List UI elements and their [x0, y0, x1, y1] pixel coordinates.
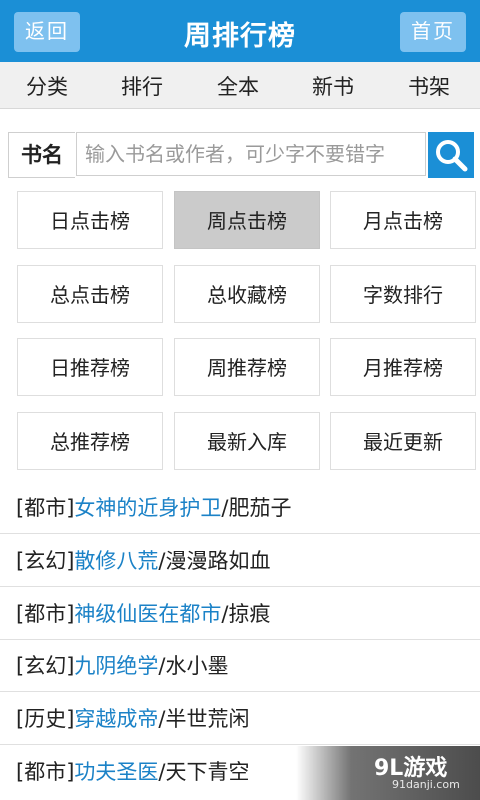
book-genre: [玄幻] [16, 654, 75, 678]
book-author[interactable]: 水小墨 [165, 654, 228, 678]
nav-item-category[interactable]: 分类 [26, 71, 68, 101]
rank-daily-clicks[interactable]: 日点击榜 [17, 191, 163, 249]
nav-item-ranking[interactable]: 排行 [121, 71, 163, 101]
home-button[interactable]: 首页 [400, 12, 466, 52]
book-title-link[interactable]: 九阴绝学 [74, 654, 158, 678]
rank-recently-updated[interactable]: 最近更新 [330, 412, 476, 470]
watermark-url: 91danji.com [392, 778, 460, 791]
list-item: [历史]穿越成帝/半世荒闲 [0, 693, 480, 745]
book-author[interactable]: 天下青空 [165, 760, 249, 784]
list-item: [都市]女神的近身护卫/肥茄子 [0, 482, 480, 534]
rank-weekly-recommend[interactable]: 周推荐榜 [174, 338, 320, 396]
book-genre: [都市] [16, 496, 75, 520]
nav-item-bookshelf[interactable]: 书架 [408, 71, 450, 101]
nav-item-complete[interactable]: 全本 [217, 71, 259, 101]
book-author[interactable]: 掠痕 [228, 602, 270, 626]
search-icon [436, 140, 468, 172]
rank-total-clicks[interactable]: 总点击榜 [17, 265, 163, 323]
book-genre: [玄幻] [16, 549, 75, 573]
rank-monthly-clicks[interactable]: 月点击榜 [330, 191, 476, 249]
search-button[interactable] [428, 132, 474, 178]
book-genre: [都市] [16, 602, 75, 626]
book-title-link[interactable]: 女神的近身护卫 [74, 496, 221, 520]
rank-newly-added[interactable]: 最新入库 [174, 412, 320, 470]
search-input[interactable] [76, 132, 426, 176]
watermark-overlay: 9L游戏 91danji.com [296, 746, 480, 800]
rank-word-count[interactable]: 字数排行 [330, 265, 476, 323]
rank-monthly-recommend[interactable]: 月推荐榜 [330, 338, 476, 396]
book-title-link[interactable]: 功夫圣医 [74, 760, 158, 784]
book-author[interactable]: 肥茄子 [228, 496, 291, 520]
book-title-link[interactable]: 穿越成帝 [74, 707, 158, 731]
rank-weekly-clicks[interactable]: 周点击榜 [174, 191, 320, 249]
book-genre: [都市] [16, 760, 75, 784]
search-bar: 书名 [8, 132, 474, 178]
rank-daily-recommend[interactable]: 日推荐榜 [17, 338, 163, 396]
list-item: [都市]神级仙医在都市/掠痕 [0, 588, 480, 640]
nav-item-new-books[interactable]: 新书 [312, 71, 354, 101]
top-nav: 分类 排行 全本 新书 书架 [0, 62, 480, 109]
search-label: 书名 [8, 132, 75, 178]
book-title-link[interactable]: 散修八荒 [74, 549, 158, 573]
book-author[interactable]: 漫漫路如血 [165, 549, 270, 573]
book-genre: [历史] [16, 707, 75, 731]
list-item: [玄幻]散修八荒/漫漫路如血 [0, 535, 480, 587]
app-header: 返回 周排行榜 首页 [0, 0, 480, 62]
book-author[interactable]: 半世荒闲 [165, 707, 249, 731]
rank-total-recommend[interactable]: 总推荐榜 [17, 412, 163, 470]
book-title-link[interactable]: 神级仙医在都市 [74, 602, 221, 626]
list-item: [玄幻]九阴绝学/水小墨 [0, 640, 480, 692]
rank-total-favorites[interactable]: 总收藏榜 [174, 265, 320, 323]
